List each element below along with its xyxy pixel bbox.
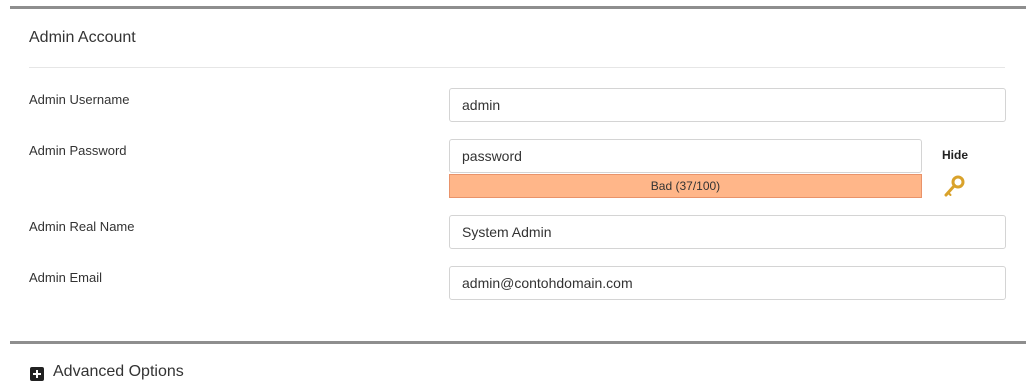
admin-username-input[interactable] <box>449 88 1006 122</box>
admin-account-panel: Admin Account Admin Username Admin Passw… <box>10 6 1026 337</box>
password-strength-meter: Bad (37/100) <box>449 174 922 198</box>
plus-square-icon[interactable] <box>30 367 44 381</box>
advanced-options-toggle[interactable]: Advanced Options <box>53 363 184 381</box>
admin-real-name-label: Admin Real Name <box>29 219 135 234</box>
panel-title: Admin Account <box>29 29 136 46</box>
admin-password-input[interactable] <box>449 139 922 173</box>
admin-real-name-input[interactable] <box>449 215 1006 249</box>
advanced-options-panel: Advanced Options <box>10 341 1026 392</box>
key-icon[interactable] <box>943 175 965 199</box>
admin-email-input[interactable] <box>449 266 1006 300</box>
admin-password-label: Admin Password <box>29 143 127 158</box>
divider <box>29 67 1005 68</box>
hide-password-link[interactable]: Hide <box>942 148 968 162</box>
admin-username-label: Admin Username <box>29 92 130 107</box>
admin-email-label: Admin Email <box>29 270 102 285</box>
